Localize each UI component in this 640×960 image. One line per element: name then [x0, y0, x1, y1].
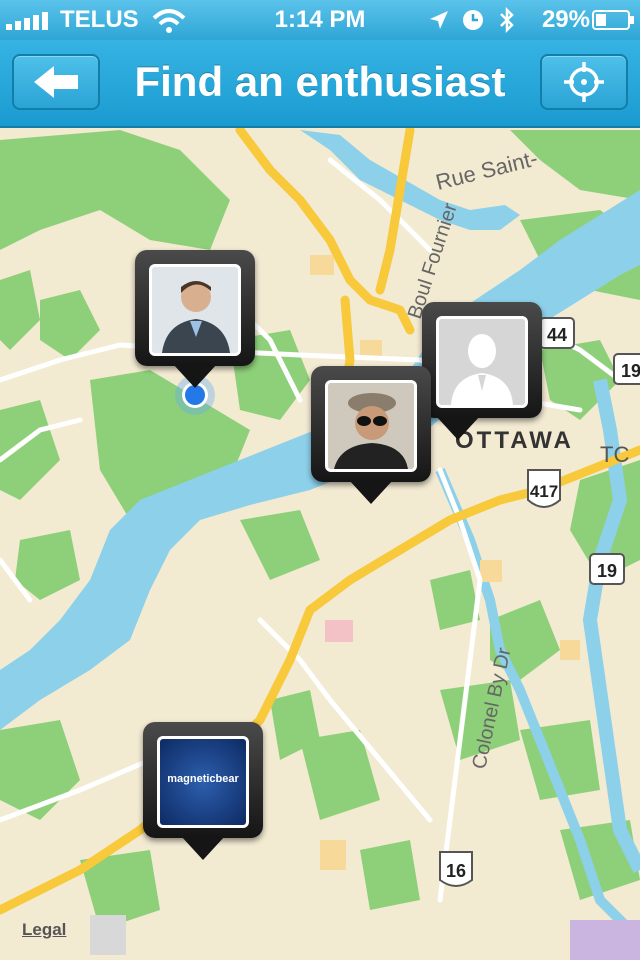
map-view[interactable]: Rue Saint- Boul Fournier OTTAWA TC Colon… — [0, 128, 640, 960]
nav-bar: Find an enthusiast — [0, 40, 640, 128]
highway-shield-19-top: 19 — [613, 353, 640, 385]
locate-me-button[interactable] — [540, 54, 628, 110]
location-arrow-icon — [430, 11, 448, 29]
clock-icon — [463, 10, 483, 30]
crosshair-icon — [564, 62, 604, 102]
svg-text:417: 417 — [530, 482, 558, 501]
highway-shield-417: 417 — [527, 469, 561, 508]
battery-icon — [592, 10, 634, 30]
highway-shield-19-bottom: 19 — [589, 553, 625, 585]
campus-area — [570, 920, 640, 960]
svg-text:19: 19 — [597, 561, 617, 581]
highway-shield-44: 44 — [539, 317, 575, 349]
svg-text:19: 19 — [621, 361, 640, 381]
magnetic-bear-logo: magneticbear — [157, 736, 249, 828]
svg-text:44: 44 — [547, 325, 567, 345]
battery-percent: 29% — [541, 6, 590, 33]
map-pin-company[interactable]: magneticbear — [143, 722, 263, 872]
svg-text:16: 16 — [446, 861, 466, 881]
logo-text: magneticbear — [167, 773, 239, 785]
person-photo-1 — [149, 264, 241, 356]
map-pin-user-3[interactable] — [311, 366, 431, 516]
map-pin-user-1[interactable] — [135, 250, 255, 400]
status-bar: TELUS 1:14 PM 29% — [0, 0, 640, 40]
legal-link[interactable]: Legal — [22, 920, 66, 940]
building-area — [90, 915, 126, 955]
person-photo-2 — [325, 380, 417, 472]
map-pin-user-2[interactable] — [422, 302, 542, 442]
bluetooth-icon — [500, 6, 514, 34]
default-avatar — [436, 316, 528, 408]
hospital-area — [325, 620, 353, 642]
route-label-tc: TC — [600, 442, 629, 467]
highway-shield-16: 16 — [439, 851, 473, 887]
